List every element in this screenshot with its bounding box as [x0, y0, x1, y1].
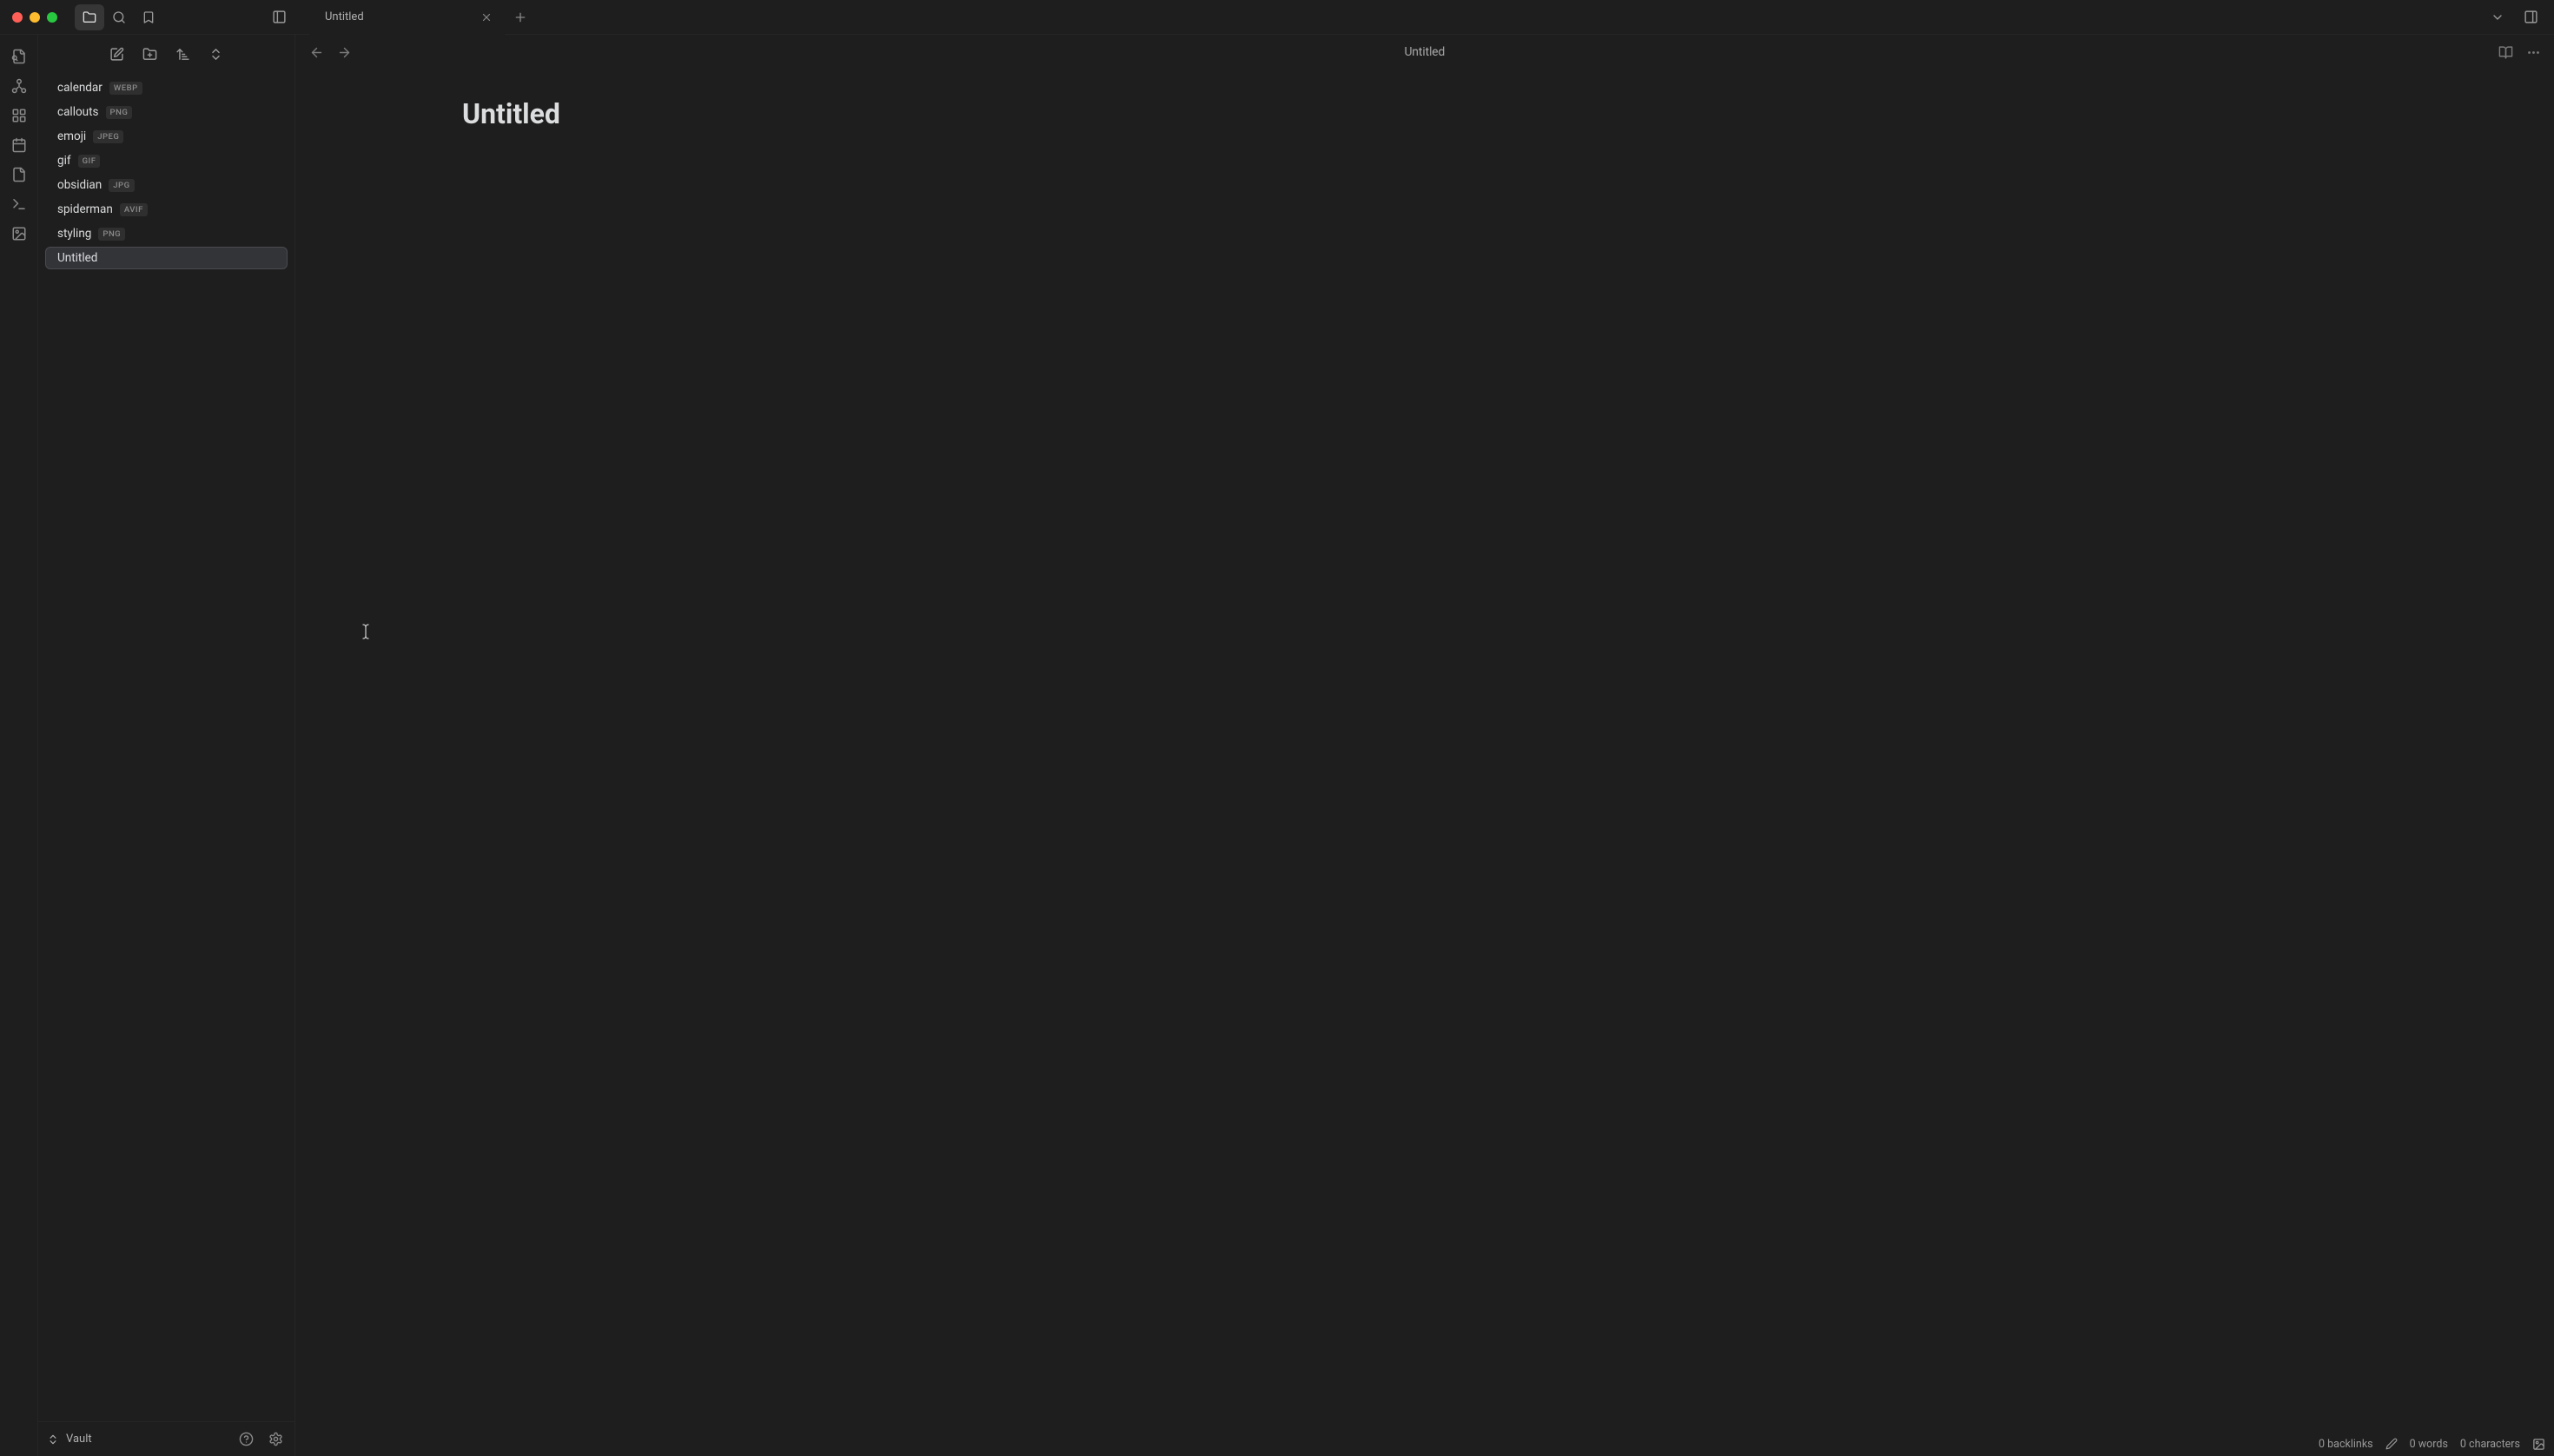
more-horizontal-icon — [2526, 45, 2541, 60]
pen-square-icon — [109, 47, 124, 62]
close-window-button[interactable] — [12, 12, 23, 23]
statusbar: 0 backlinks 0 words 0 characters — [295, 1432, 2554, 1456]
sidebar-right-icon — [2524, 10, 2538, 24]
status-edit-mode[interactable] — [2385, 1438, 2398, 1450]
file-name: gif — [57, 154, 71, 168]
note-title[interactable]: Untitled — [462, 97, 1070, 130]
text-cursor-indicator — [361, 623, 370, 639]
file-list: calendar WEBP callouts PNG emoji JPEG gi… — [38, 73, 294, 1421]
gear-icon — [268, 1432, 283, 1446]
tab-list-dropdown-button[interactable] — [2483, 4, 2512, 30]
file-item-emoji[interactable]: emoji JPEG — [45, 125, 288, 148]
file-ext-badge: PNG — [98, 228, 125, 241]
chevrons-up-down-icon — [208, 47, 223, 62]
status-image-button[interactable] — [2532, 1438, 2545, 1451]
file-name: Untitled — [57, 251, 97, 265]
image-icon — [11, 226, 27, 242]
file-ext-badge: JPG — [109, 179, 134, 192]
vault-switcher[interactable]: Vault — [47, 1433, 92, 1446]
chevrons-up-down-icon — [47, 1433, 59, 1446]
layout-grid-icon — [11, 108, 27, 123]
status-characters[interactable]: 0 characters — [2460, 1438, 2520, 1451]
file-name: styling — [57, 227, 91, 241]
files-panel-button[interactable] — [75, 4, 104, 30]
nav-forward-button[interactable] — [332, 40, 356, 64]
canvas-button[interactable] — [6, 103, 32, 129]
maximize-window-button[interactable] — [47, 12, 57, 23]
quick-switcher-button[interactable] — [6, 43, 32, 69]
search-icon — [112, 10, 126, 24]
calendar-icon — [11, 137, 27, 153]
ribbon — [0, 35, 38, 1456]
book-open-icon — [2498, 45, 2513, 60]
tab-untitled[interactable]: Untitled — [309, 0, 505, 35]
image-button[interactable] — [6, 221, 32, 247]
daily-note-button[interactable] — [6, 132, 32, 158]
editor[interactable]: Untitled — [295, 69, 2554, 1432]
help-button[interactable] — [235, 1429, 256, 1450]
toggle-left-sidebar-button[interactable] — [264, 4, 294, 30]
vault-name: Vault — [66, 1433, 92, 1446]
bookmarks-panel-button[interactable] — [134, 4, 163, 30]
new-tab-button[interactable] — [505, 0, 536, 35]
more-options-button[interactable] — [2521, 40, 2545, 64]
folder-icon — [83, 10, 96, 24]
file-ext-badge: AVIF — [120, 203, 148, 216]
file-item-spiderman[interactable]: spiderman AVIF — [45, 198, 288, 221]
pencil-icon — [2385, 1438, 2398, 1450]
sort-button[interactable] — [172, 43, 195, 65]
nav-back-button[interactable] — [304, 40, 328, 64]
file-name: emoji — [57, 129, 86, 143]
status-backlinks[interactable]: 0 backlinks — [2319, 1438, 2373, 1451]
search-panel-button[interactable] — [104, 4, 134, 30]
tab-close-button[interactable] — [480, 11, 493, 23]
graph-view-button[interactable] — [6, 73, 32, 99]
file-item-calendar[interactable]: calendar WEBP — [45, 76, 288, 99]
tab-title: Untitled — [325, 10, 364, 23]
terminal-icon — [11, 196, 27, 212]
window-controls — [0, 12, 69, 23]
status-words[interactable]: 0 words — [2410, 1438, 2448, 1451]
file-icon — [11, 167, 27, 182]
file-item-obsidian[interactable]: obsidian JPG — [45, 174, 288, 196]
folder-plus-icon — [142, 47, 157, 62]
file-name: callouts — [57, 105, 99, 119]
sidebar: calendar WEBP callouts PNG emoji JPEG gi… — [38, 35, 295, 1456]
plus-icon — [513, 10, 527, 24]
templates-button[interactable] — [6, 162, 32, 188]
titlebar: Untitled — [0, 0, 2554, 35]
reading-mode-button[interactable] — [2493, 40, 2518, 64]
sidebar-left-icon — [272, 10, 287, 24]
settings-button[interactable] — [265, 1429, 286, 1450]
file-ext-badge: GIF — [78, 155, 101, 168]
arrow-up-narrow-wide-icon — [175, 47, 190, 62]
new-folder-button[interactable] — [139, 43, 162, 65]
file-ext-badge: PNG — [106, 106, 133, 119]
new-note-button[interactable] — [106, 43, 129, 65]
file-item-untitled[interactable]: Untitled — [45, 247, 288, 269]
file-ext-badge: JPEG — [93, 130, 123, 143]
file-name: obsidian — [57, 178, 102, 192]
file-name: spiderman — [57, 202, 113, 216]
file-item-styling[interactable]: styling PNG — [45, 222, 288, 245]
file-name: calendar — [57, 81, 103, 95]
view-breadcrumb[interactable]: Untitled — [360, 45, 2490, 59]
toggle-right-sidebar-button[interactable] — [2516, 4, 2545, 30]
close-icon — [480, 11, 493, 23]
file-ext-badge: WEBP — [109, 82, 142, 95]
graph-icon — [11, 78, 27, 94]
help-circle-icon — [239, 1432, 254, 1446]
collapse-button[interactable] — [205, 43, 228, 65]
bookmark-icon — [142, 10, 155, 24]
chevron-down-icon — [2491, 10, 2504, 24]
file-item-callouts[interactable]: callouts PNG — [45, 101, 288, 123]
file-search-icon — [11, 49, 27, 64]
arrow-left-icon — [309, 45, 324, 60]
command-palette-button[interactable] — [6, 191, 32, 217]
image-icon — [2532, 1438, 2545, 1451]
file-item-gif[interactable]: gif GIF — [45, 149, 288, 172]
arrow-right-icon — [337, 45, 352, 60]
minimize-window-button[interactable] — [30, 12, 40, 23]
main-pane: Untitled Untitled — [295, 35, 2554, 1456]
